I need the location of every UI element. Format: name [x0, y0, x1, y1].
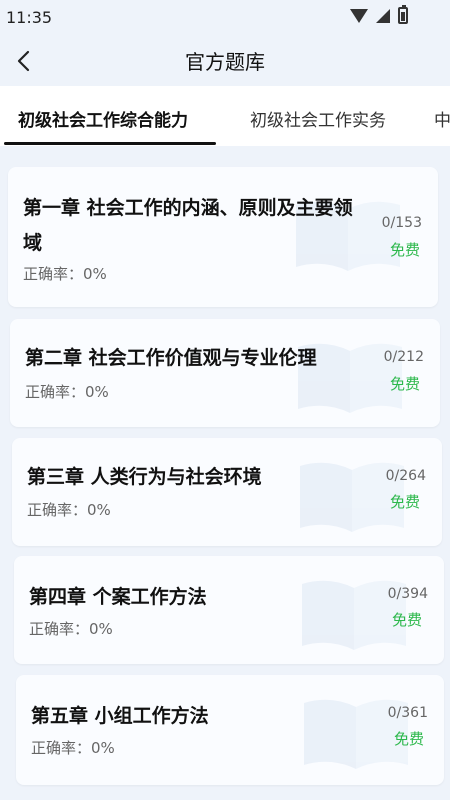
- wifi-icon: [350, 8, 368, 23]
- app-header: 官方题库: [0, 36, 450, 86]
- question-count: 0/361: [387, 705, 428, 721]
- status-icons: [350, 5, 408, 24]
- chapter-card[interactable]: 第三章 人类行为与社会环境 正确率：0% 0/264 免费: [12, 438, 442, 546]
- free-badge: 免费: [389, 241, 420, 259]
- question-count: 0/394: [387, 586, 428, 602]
- chapter-title: 第三章 人类行为与社会环境: [27, 466, 262, 488]
- accuracy-rate: 正确率：0%: [25, 383, 109, 401]
- question-count: 0/153: [381, 215, 422, 231]
- tab-intermediate[interactable]: 中: [434, 106, 450, 131]
- chapter-list: 第一章 社会工作的内涵、原则及主要领域 正确率：0% 0/153 免费 第二章 …: [0, 150, 450, 800]
- page-title: 官方题库: [185, 50, 265, 74]
- tab-practice[interactable]: 初级社会工作实务: [250, 106, 386, 131]
- accuracy-rate: 正确率：0%: [27, 501, 111, 519]
- free-badge: 免费: [389, 375, 420, 393]
- chapter-card[interactable]: 第二章 社会工作价值观与专业伦理 正确率：0% 0/212 免费: [10, 319, 440, 427]
- chapter-title: 第四章 个案工作方法: [29, 586, 207, 608]
- status-time: 11:35: [6, 8, 53, 27]
- signal-icon: [376, 8, 390, 23]
- question-count: 0/212: [383, 349, 424, 365]
- accuracy-rate: 正确率：0%: [29, 620, 113, 638]
- subject-tabs: 初级社会工作综合能力 初级社会工作实务 中: [0, 86, 450, 146]
- chapter-title: 第二章 社会工作价值观与专业伦理: [25, 347, 317, 369]
- chapter-card[interactable]: 第五章 小组工作方法 正确率：0% 0/361 免费: [16, 675, 444, 785]
- battery-icon: [398, 5, 408, 24]
- active-tab-indicator: [4, 142, 216, 145]
- chapter-card[interactable]: 第四章 个案工作方法 正确率：0% 0/394 免费: [14, 556, 444, 664]
- tab-comprehensive-ability[interactable]: 初级社会工作综合能力: [18, 106, 188, 131]
- free-badge: 免费: [389, 493, 420, 511]
- chapter-card[interactable]: 第一章 社会工作的内涵、原则及主要领域 正确率：0% 0/153 免费: [8, 167, 438, 307]
- chapter-title: 第五章 小组工作方法: [31, 705, 209, 727]
- question-count: 0/264: [385, 468, 426, 484]
- status-bar: 11:35: [0, 0, 450, 36]
- free-badge: 免费: [391, 611, 422, 629]
- chapter-title: 第一章 社会工作的内涵、原则及主要领域: [23, 197, 353, 254]
- accuracy-rate: 正确率：0%: [23, 265, 107, 283]
- free-badge: 免费: [393, 730, 424, 748]
- accuracy-rate: 正确率：0%: [31, 739, 115, 757]
